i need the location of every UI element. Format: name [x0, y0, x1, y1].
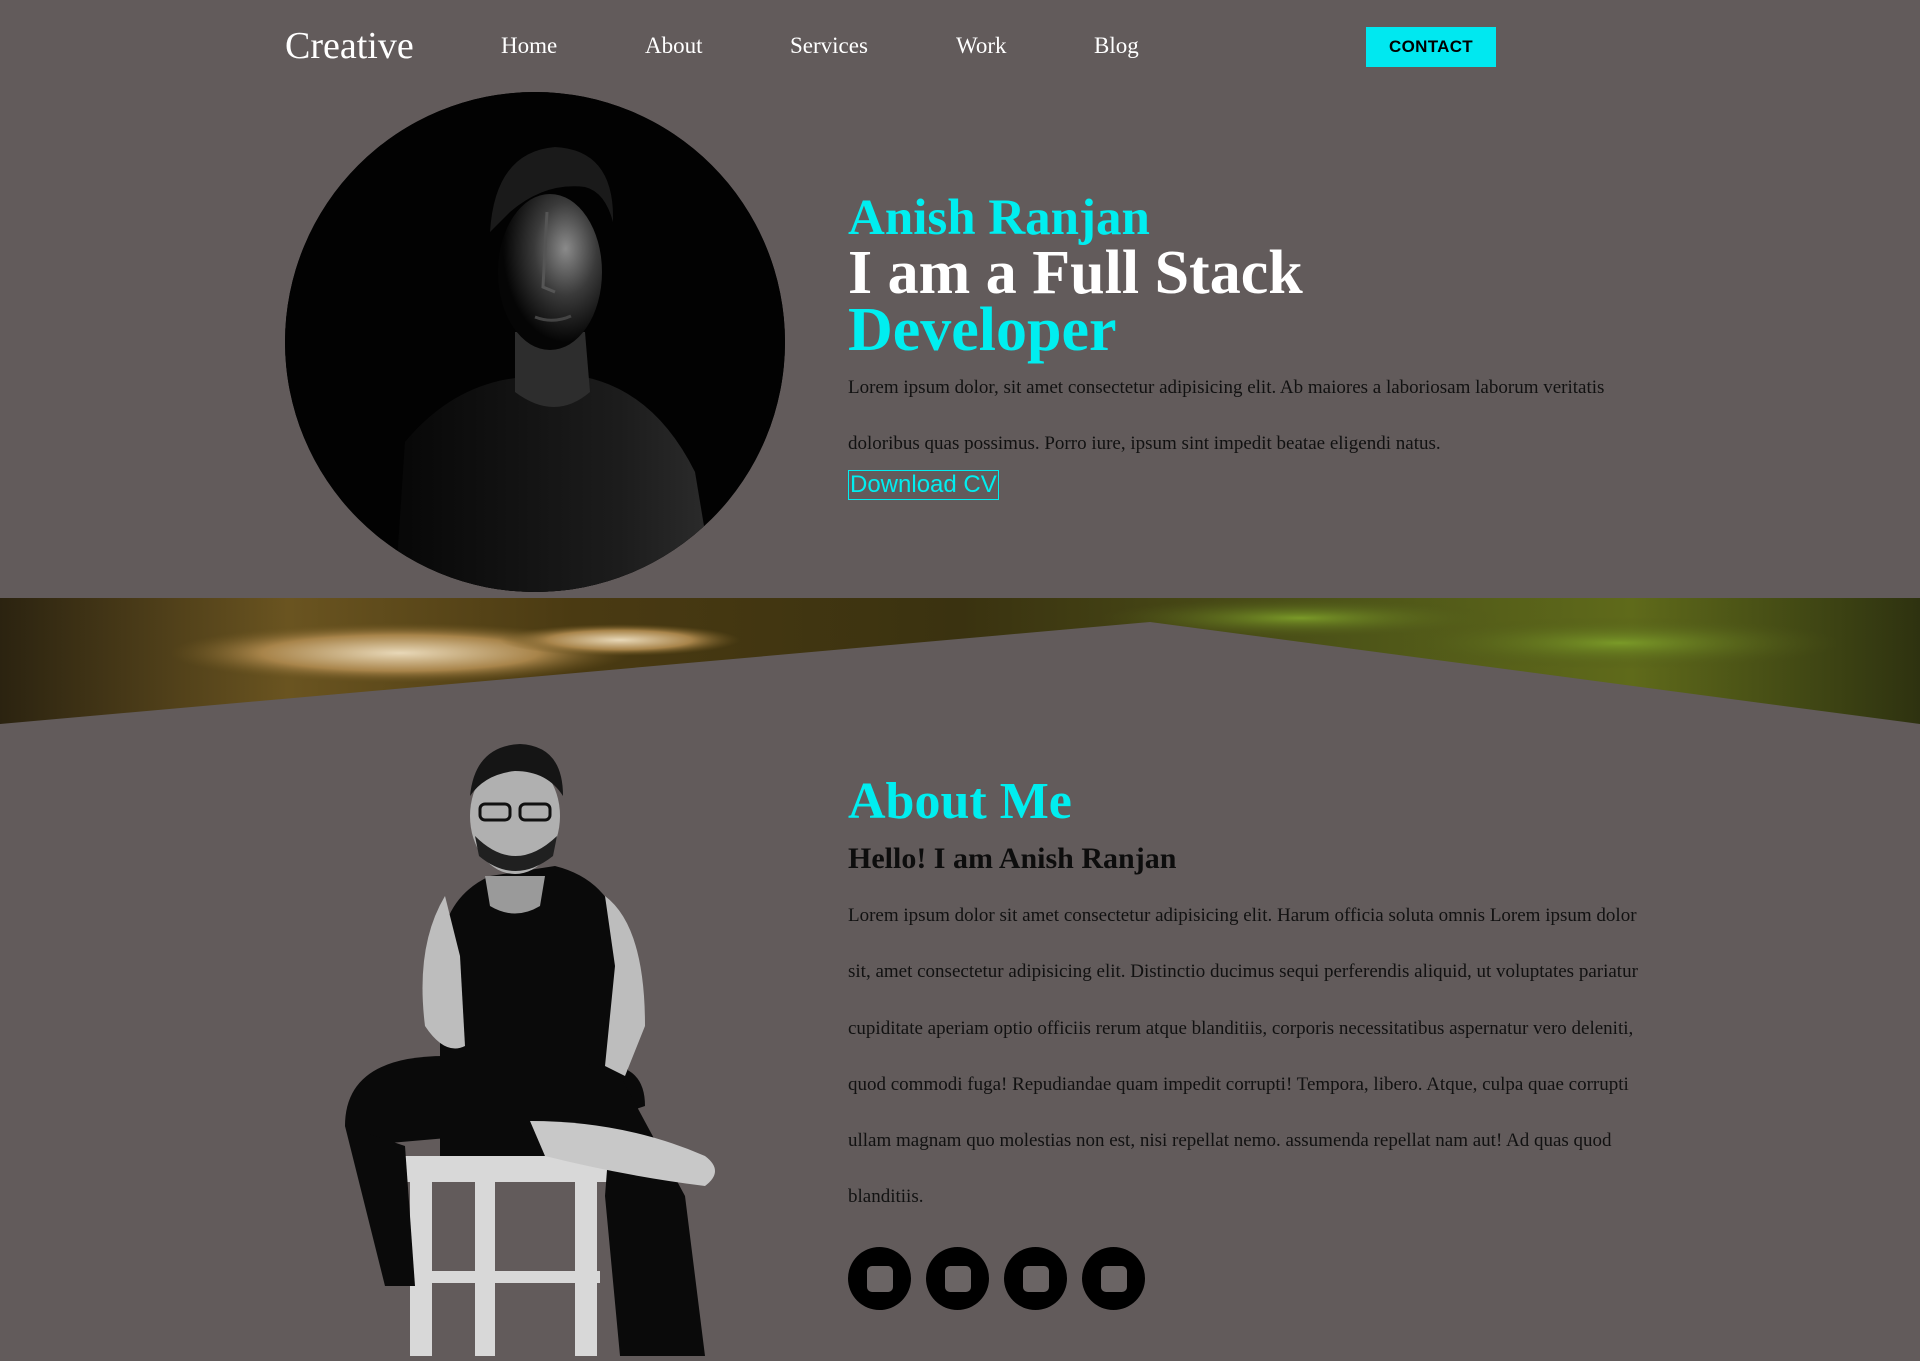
hero-description: Lorem ipsum dolor, sit amet consectetur … [848, 377, 1605, 454]
download-cv-button[interactable]: Download CV [848, 470, 999, 500]
decorative-banner [0, 598, 1920, 724]
social-icon-glyph [1022, 1265, 1049, 1292]
about-portrait-image [285, 726, 785, 1356]
nav-link-about[interactable]: About [645, 30, 703, 62]
social-icon-3[interactable] [1004, 1247, 1067, 1310]
about-heading: About Me [848, 773, 1072, 830]
contact-button[interactable]: CONTACT [1366, 27, 1496, 67]
social-icon-4[interactable] [1082, 1247, 1145, 1310]
seated-person-illustration [345, 744, 715, 1356]
banner-illustration [0, 598, 1920, 724]
nav-link-home[interactable]: Home [501, 30, 557, 62]
social-icon-2[interactable] [926, 1247, 989, 1310]
about-subheading: Hello! I am Anish Ranjan [848, 842, 1177, 875]
nav-link-blog[interactable]: Blog [1094, 30, 1139, 62]
social-icon-1[interactable] [848, 1247, 911, 1310]
portrait-illustration [285, 92, 785, 592]
hero-title-line2: Developer [848, 296, 1117, 364]
site-logo[interactable]: Creative [285, 22, 414, 70]
about-description: Lorem ipsum dolor sit amet consectetur a… [848, 905, 1638, 1208]
nav-link-services[interactable]: Services [790, 30, 868, 62]
social-icon-glyph [866, 1265, 893, 1292]
social-icon-glyph [1100, 1265, 1127, 1292]
hero-portrait-image [285, 92, 785, 592]
nav-link-work[interactable]: Work [956, 30, 1007, 62]
social-icon-glyph [944, 1265, 971, 1292]
